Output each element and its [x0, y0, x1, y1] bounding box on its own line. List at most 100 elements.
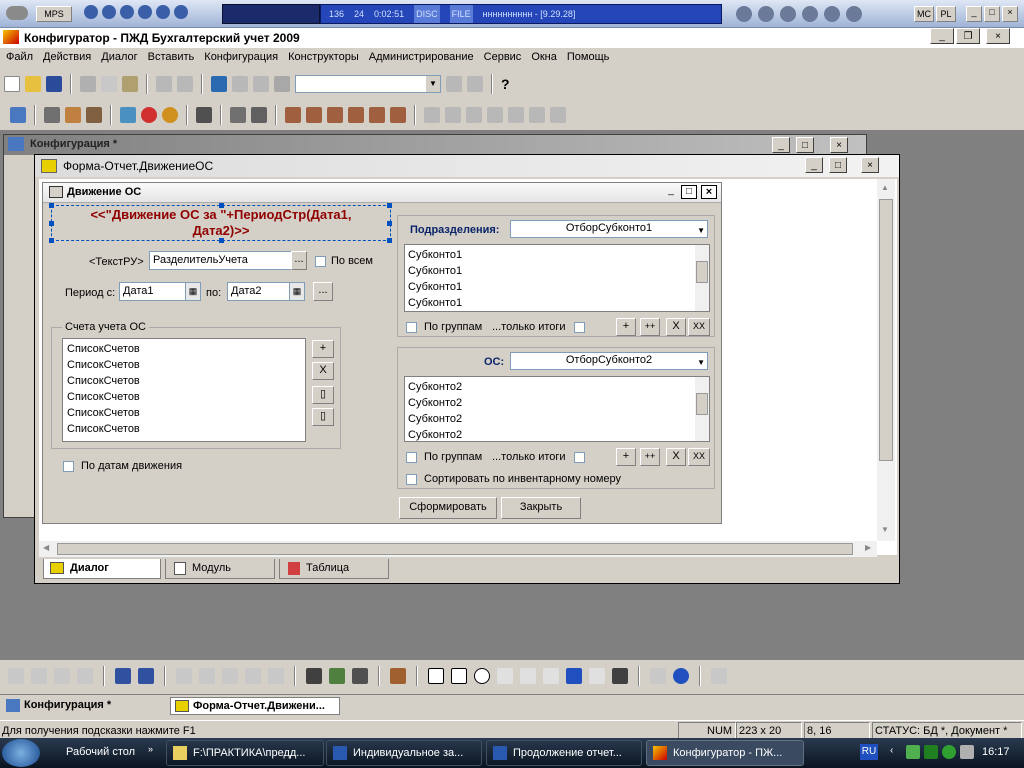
frame-tool-icon[interactable] — [520, 668, 536, 684]
accounts-up-button[interactable]: ▯ — [312, 386, 334, 404]
help-icon[interactable]: ? — [501, 76, 510, 92]
list-item[interactable]: Субконто2 — [408, 395, 706, 411]
selection-handle[interactable] — [49, 238, 54, 243]
tray-network-icon[interactable] — [906, 745, 920, 759]
date2-field[interactable]: Дата2 — [227, 282, 291, 301]
edit-tool-icon[interactable] — [589, 668, 605, 684]
divisions-select[interactable]: ОтборСубконто1 ▼ — [510, 220, 708, 238]
media-eject-icon[interactable] — [120, 5, 134, 19]
tab-order-icon[interactable] — [329, 668, 345, 684]
list-item[interactable]: Субконто2 — [408, 427, 706, 441]
accounts-delete-button[interactable]: X — [312, 362, 334, 380]
align-bottom-icon[interactable] — [77, 668, 93, 684]
media-ffwd-icon[interactable] — [824, 6, 840, 22]
media-prev-icon[interactable] — [84, 5, 98, 19]
wizard2-icon[interactable] — [306, 107, 322, 123]
dialog-close-button[interactable]: × — [701, 185, 717, 199]
wizard6-icon[interactable] — [390, 107, 406, 123]
media-file-badge[interactable]: FILE — [449, 5, 473, 23]
hscroll-thumb[interactable] — [57, 543, 853, 555]
run-icon[interactable] — [65, 107, 81, 123]
wizard9-icon[interactable] — [466, 107, 482, 123]
wizard8-icon[interactable] — [445, 107, 461, 123]
taskbar-desktop[interactable]: Рабочий стол — [56, 740, 160, 766]
tab-module[interactable]: Модуль — [165, 559, 275, 579]
os-delete-button[interactable]: X — [666, 448, 686, 466]
media-stop-icon[interactable] — [758, 6, 774, 22]
media-vol-icon[interactable] — [174, 5, 188, 19]
save-icon[interactable] — [46, 76, 62, 92]
start-button[interactable] — [2, 739, 40, 767]
media-repeat-icon[interactable] — [102, 5, 116, 19]
media-play-icon[interactable] — [780, 6, 796, 22]
period-select-button[interactable]: ... — [313, 282, 333, 301]
list-item[interactable]: Субконто1 — [408, 295, 706, 311]
horizontal-scrollbar[interactable]: ◀ ▶ — [39, 541, 877, 557]
form-minimize-button[interactable]: _ — [805, 157, 823, 173]
calendar-icon[interactable]: ▦ — [289, 282, 305, 301]
checkbox-tool-icon[interactable] — [451, 668, 467, 684]
config-minimize-button[interactable]: _ — [772, 137, 790, 153]
tray-expand-icon[interactable]: ‹ — [890, 745, 893, 756]
os-select[interactable]: ОтборСубконто2 ▼ — [510, 352, 708, 370]
div-add-group-button[interactable]: ++ — [640, 318, 660, 336]
pointer-icon[interactable] — [390, 668, 406, 684]
calendar-icon[interactable]: ▦ — [185, 282, 201, 301]
tray-volume-icon[interactable] — [960, 745, 974, 759]
user-icon[interactable] — [196, 107, 212, 123]
radio-tool-icon[interactable] — [474, 668, 490, 684]
globe-icon[interactable] — [162, 107, 178, 123]
list-item[interactable]: СписокСчетов — [67, 341, 301, 357]
selection-handle[interactable] — [219, 238, 224, 243]
space-v-icon[interactable] — [199, 668, 215, 684]
menu-designers[interactable]: Конструкторы — [288, 51, 359, 65]
div-clear-button[interactable]: XX — [688, 318, 710, 336]
align-top-icon[interactable] — [54, 668, 70, 684]
size-h-icon[interactable] — [245, 668, 261, 684]
tray-app-icon[interactable] — [924, 745, 938, 759]
scroll-right-icon[interactable]: ▶ — [865, 543, 871, 552]
ole-tool-icon[interactable] — [673, 668, 689, 684]
paste-icon[interactable] — [122, 76, 138, 92]
media-close-button[interactable]: × — [1002, 6, 1018, 22]
form-close-button[interactable]: × — [861, 157, 879, 173]
wizard11-icon[interactable] — [508, 107, 524, 123]
div-totals-only-checkbox[interactable] — [574, 322, 585, 333]
menu-file[interactable]: Файл — [6, 51, 33, 65]
taskbar-item-word2[interactable]: Продолжение отчет... — [486, 740, 642, 766]
find-next-icon[interactable] — [446, 76, 462, 92]
menu-dialog[interactable]: Диалог — [101, 51, 137, 65]
find-prev-icon[interactable] — [467, 76, 483, 92]
selection-handle[interactable] — [219, 203, 224, 208]
undo-icon[interactable] — [232, 76, 248, 92]
doc-edit-icon[interactable] — [230, 107, 246, 123]
picture-tool-icon[interactable] — [543, 668, 559, 684]
list-item[interactable]: Субконто2 — [408, 411, 706, 427]
media-mode-buttons[interactable]: MPS — [36, 6, 72, 22]
tree-tool-icon[interactable] — [650, 668, 666, 684]
menu-help[interactable]: Помощь — [567, 51, 610, 65]
menu-windows[interactable]: Окна — [531, 51, 557, 65]
taskbar-item-word1[interactable]: Индивидуальное за... — [326, 740, 482, 766]
selection-handle[interactable] — [387, 221, 392, 226]
scroll-left-icon[interactable]: ◀ — [43, 543, 49, 552]
app-close-button[interactable]: × — [986, 28, 1010, 44]
cut-icon[interactable] — [80, 76, 96, 92]
doc-form-icon[interactable] — [251, 107, 267, 123]
list-item[interactable]: СписокСчетов — [67, 389, 301, 405]
media-minimize-button[interactable]: _ — [966, 6, 982, 22]
list-item[interactable]: Субконто1 — [408, 247, 706, 263]
space-h-icon[interactable] — [176, 668, 192, 684]
separator-field[interactable]: РазделительУчета — [149, 251, 293, 270]
divisions-list[interactable]: Субконто1 Субконто1 Субконто1 Субконто1 — [404, 244, 710, 312]
os-clear-button[interactable]: XX — [688, 448, 710, 466]
all-checkbox[interactable] — [315, 256, 326, 267]
tab-table[interactable]: Таблица — [279, 559, 389, 579]
tree-icon[interactable] — [10, 107, 26, 123]
wizard4-icon[interactable] — [348, 107, 364, 123]
menu-insert[interactable]: Вставить — [148, 51, 195, 65]
wizard12-icon[interactable] — [529, 107, 545, 123]
list-item[interactable]: Субконто1 — [408, 263, 706, 279]
media-record-icon[interactable] — [846, 6, 862, 22]
grid-icon[interactable] — [306, 668, 322, 684]
